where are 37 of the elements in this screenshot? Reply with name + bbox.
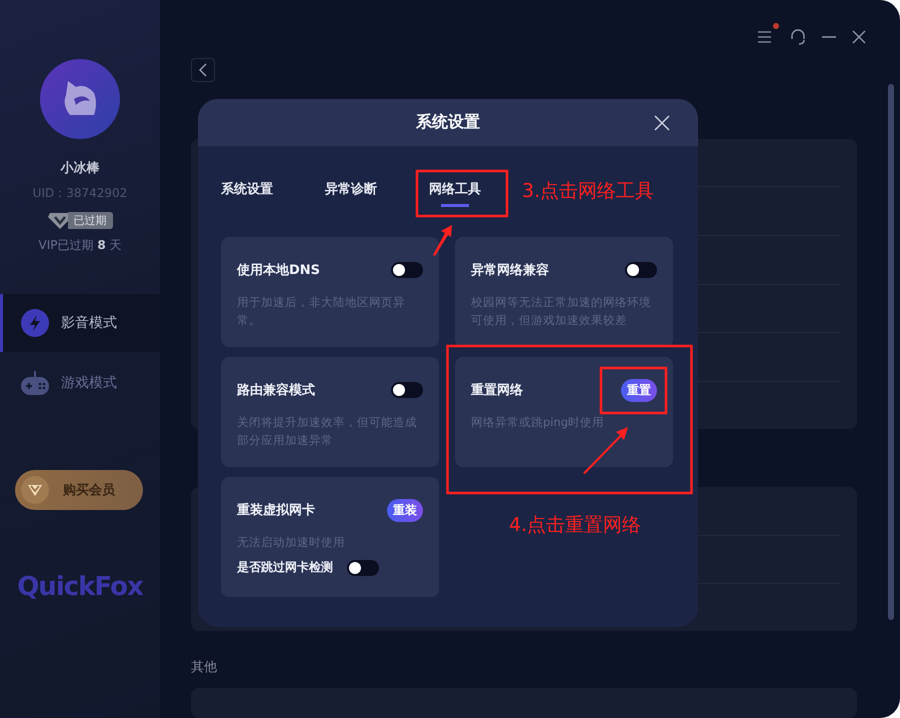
nav-item[interactable]: 游戏模式 xyxy=(0,354,160,412)
logo: QuickFox xyxy=(17,572,143,602)
nav-item[interactable]: 影音模式 xyxy=(0,294,160,352)
setting-title: 路由兼容模式 xyxy=(237,382,315,399)
expired-badge: 已过期 xyxy=(68,212,112,229)
tab[interactable]: 网络工具 xyxy=(429,170,481,214)
setting-title: 异常网络兼容 xyxy=(471,262,549,279)
annotation-text: 3.点击网络工具 xyxy=(522,179,654,204)
annotation-arrow xyxy=(433,225,452,256)
toggle-switch[interactable] xyxy=(625,262,657,278)
chevron-left-icon xyxy=(198,62,208,77)
setting-title: 重置网络 xyxy=(471,382,523,399)
headset-icon[interactable] xyxy=(789,28,807,46)
gamepad-icon xyxy=(21,371,49,395)
toggle-switch[interactable] xyxy=(391,262,423,278)
user-id: UID：38742902 xyxy=(32,185,128,202)
toggle-switch[interactable] xyxy=(391,382,423,398)
back-button[interactable] xyxy=(191,58,215,82)
vip-status: VIP已过期 8 天 xyxy=(38,237,122,254)
section-heading: 其他 xyxy=(191,659,218,676)
annotation-arrow xyxy=(583,427,628,474)
avatar-icon xyxy=(40,59,120,139)
lightning-icon xyxy=(21,309,49,337)
setting-title: 使用本地DNS xyxy=(237,262,320,279)
action-button[interactable]: 重装 xyxy=(387,498,423,522)
user-name: 小冰棒 xyxy=(60,160,100,177)
setting-title: 重装虚拟网卡 xyxy=(237,502,315,519)
tab[interactable]: 系统设置 xyxy=(221,170,273,214)
tab[interactable]: 异常诊断 xyxy=(325,170,377,214)
action-button[interactable]: 重置 xyxy=(621,378,657,402)
close-icon[interactable] xyxy=(654,115,670,131)
scrollbar[interactable] xyxy=(888,84,894,620)
close-icon[interactable] xyxy=(851,28,867,45)
annotation-text: 4.点击重置网络 xyxy=(509,513,642,538)
setting-label: 是否跳过网卡检测 xyxy=(237,559,333,576)
toggle-switch[interactable] xyxy=(347,560,379,576)
dialog-title: 系统设置 xyxy=(416,112,480,133)
